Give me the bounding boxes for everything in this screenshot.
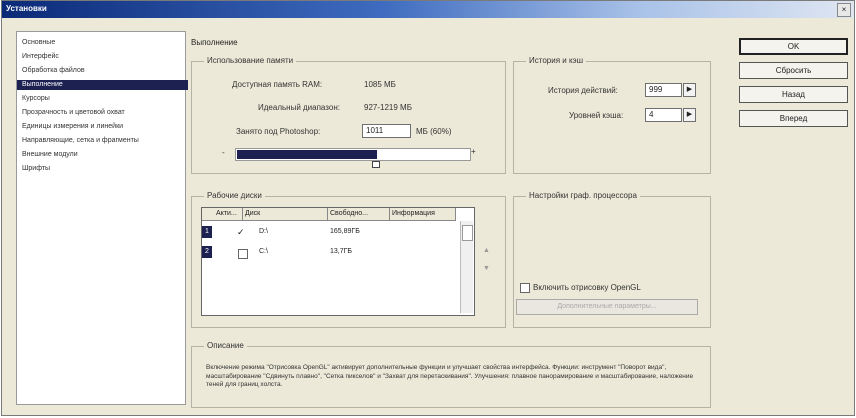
description-legend: Описание [204, 341, 247, 350]
move-up-icon[interactable]: ▲ [483, 247, 490, 254]
sidebar-item-file-handling[interactable]: Обработка файлов [17, 66, 188, 76]
column-header-info[interactable]: Информация [390, 208, 456, 221]
opengl-checkbox[interactable] [520, 283, 530, 293]
memory-slider-fill [237, 150, 377, 159]
memory-slider-thumb[interactable] [372, 161, 380, 168]
column-header-drive[interactable]: Диск [243, 208, 328, 221]
available-ram-value: 1085 МБ [364, 80, 396, 89]
sidebar-item-performance[interactable]: Выполнение [17, 80, 188, 90]
close-button[interactable]: × [837, 3, 851, 17]
sidebar-item-guides[interactable]: Направляющие, сетка и фрагменты [17, 136, 188, 146]
column-header-active[interactable]: Акти... [214, 208, 243, 221]
sidebar-item-transparency[interactable]: Прозрачность и цветовой охват [17, 108, 188, 118]
slider-plus: + [471, 147, 476, 156]
column-header-free[interactable]: Свободно... [328, 208, 390, 221]
sidebar-item-general[interactable]: Основные [17, 38, 188, 48]
sidebar-item-plugins[interactable]: Внешние модули [17, 150, 188, 160]
description-text: Включение режима "Отрисовка OpenGL" акти… [206, 364, 694, 388]
next-button[interactable]: Вперед [739, 110, 848, 127]
sidebar-item-units[interactable]: Единицы измерения и линейки [17, 122, 188, 132]
history-states-input[interactable]: 999 [645, 83, 682, 97]
cache-levels-spin[interactable]: ▶ [683, 108, 696, 122]
history-states-spin[interactable]: ▶ [683, 83, 696, 97]
table-scrollbar[interactable] [460, 221, 473, 313]
row-number: 2 [202, 246, 212, 258]
free-space-cell: 165,89ГБ [330, 228, 360, 235]
photoshop-memory-suffix: МБ (60%) [416, 127, 452, 136]
history-cache-legend: История и кэш [526, 56, 587, 65]
scratch-disks-legend: Рабочие диски [204, 191, 265, 200]
move-down-icon[interactable]: ▼ [483, 265, 490, 272]
category-sidebar: Основные Интерфейс Обработка файлов Выпо… [16, 31, 188, 405]
slider-minus: - [222, 148, 225, 157]
opengl-label[interactable]: Включить отрисовку OpenGL [533, 283, 641, 292]
scratch-disks-table: Акти... Диск Свободно... Информация 1 ✓ … [201, 207, 475, 316]
memory-slider[interactable] [235, 148, 471, 161]
row-active-checkbox[interactable] [238, 249, 248, 259]
cache-levels-label: Уровней кэша: [569, 111, 624, 120]
sidebar-item-cursors[interactable]: Курсоры [17, 94, 188, 104]
checkmark-icon[interactable]: ✓ [237, 226, 245, 238]
page-title: Выполнение [191, 38, 238, 47]
cache-levels-input[interactable]: 4 [645, 108, 682, 122]
ok-button[interactable]: OK [739, 38, 848, 55]
reset-button[interactable]: Сбросить [739, 62, 848, 79]
sidebar-item-type[interactable]: Шрифты [17, 164, 188, 174]
photoshop-memory-input[interactable]: 1011 [362, 124, 411, 138]
sidebar-item-interface[interactable]: Интерфейс [17, 52, 188, 62]
title-bar[interactable]: Установки × [2, 1, 854, 18]
drive-cell: C:\ [259, 248, 268, 255]
memory-usage-legend: Использование памяти [204, 56, 297, 65]
ideal-range-value: 927-1219 МБ [364, 103, 412, 112]
window-title: Установки [6, 4, 47, 13]
photoshop-memory-label: Занято под Photoshop: [236, 127, 321, 136]
free-space-cell: 13,7ГБ [330, 248, 353, 255]
available-ram-label: Доступная память RAM: [232, 80, 323, 89]
gpu-settings-legend: Настройки граф. процессора [526, 191, 640, 200]
drive-cell: D:\ [259, 228, 268, 235]
scrollbar-thumb[interactable] [462, 225, 473, 241]
history-states-label: История действий: [548, 86, 618, 95]
advanced-settings-button[interactable]: Дополнительные параметры... [516, 299, 698, 315]
prev-button[interactable]: Назад [739, 86, 848, 103]
row-number: 1 [202, 226, 212, 238]
ideal-range-label: Идеальный диапазон: [258, 103, 340, 112]
